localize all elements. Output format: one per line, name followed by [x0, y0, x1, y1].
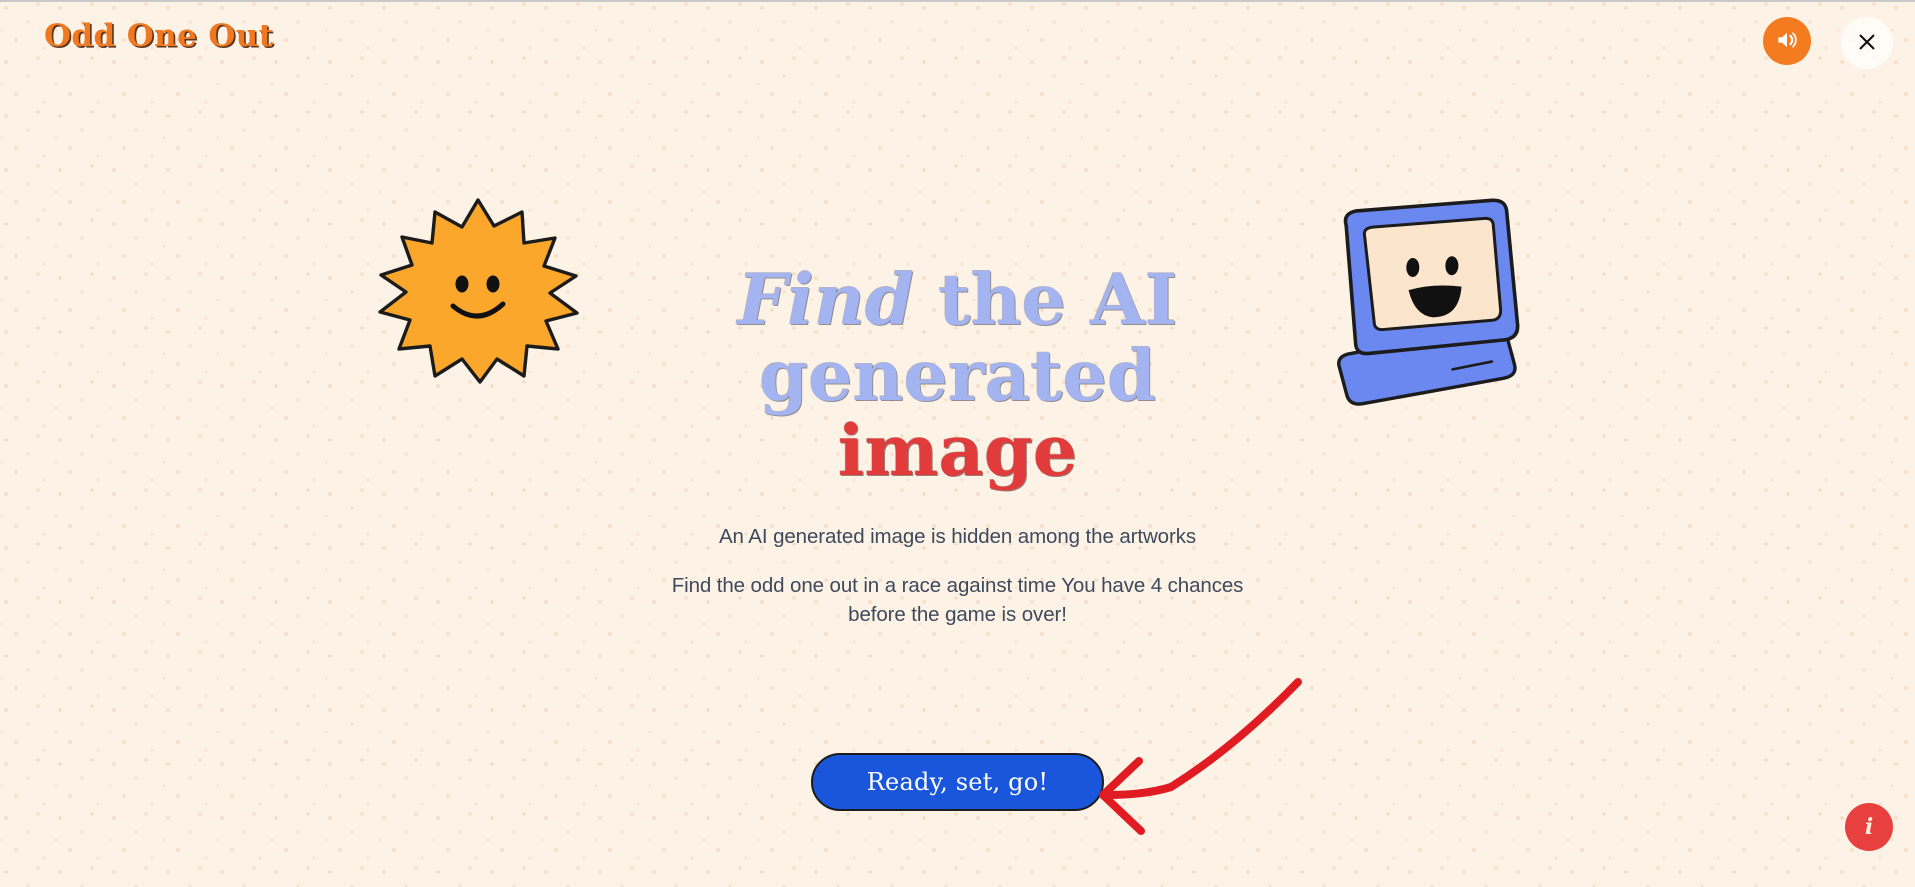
game-intro-screen: Odd One Out Find the AI generated image … — [0, 0, 1915, 887]
close-button[interactable] — [1841, 17, 1893, 69]
subtitle-primary: An AI generated image is hidden among th… — [718, 524, 1197, 548]
speaker-on-icon — [1774, 27, 1800, 56]
subtitle-secondary: Find the odd one out in a race against t… — [671, 573, 1244, 626]
info-icon: i — [1864, 814, 1874, 840]
window-top-edge — [0, 0, 1915, 2]
sound-toggle-button[interactable] — [1763, 17, 1811, 65]
headline-word-generated: generated — [759, 333, 1156, 417]
headline-word-the-ai: the AI — [913, 258, 1178, 341]
app-title: Odd One Out — [44, 18, 274, 54]
start-game-button[interactable]: Ready, set, go! — [810, 753, 1105, 812]
hero-content: Find the AI generated image An AI generat… — [0, 262, 1915, 812]
info-button[interactable]: i — [1845, 803, 1893, 851]
page-title: Find the AI generated image — [638, 262, 1278, 489]
headline-word-image: image — [837, 409, 1078, 493]
headline-word-find: Find — [737, 258, 914, 341]
close-icon — [1856, 31, 1878, 56]
